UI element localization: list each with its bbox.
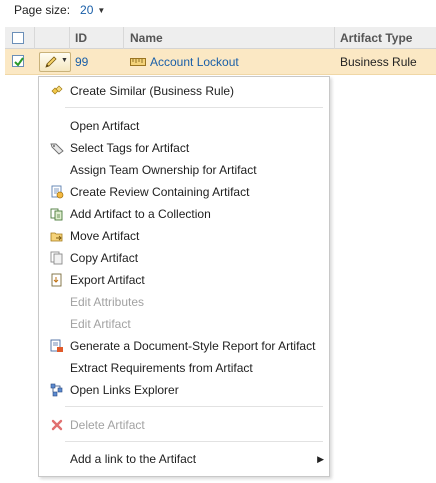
report-icon xyxy=(50,339,63,352)
menu-item-create-similar[interactable]: Create Similar (Business Rule) xyxy=(39,81,329,101)
column-divider xyxy=(123,27,124,49)
page-size-control: Page size: 20 ▼ xyxy=(14,2,105,18)
menu-item-label: Edit Artifact xyxy=(70,317,131,331)
row-checkbox[interactable] xyxy=(12,55,24,67)
delete-icon xyxy=(51,419,63,431)
menu-item-label: Delete Artifact xyxy=(70,418,145,432)
column-divider xyxy=(34,27,35,49)
menu-item-label: Add a link to the Artifact xyxy=(70,452,197,466)
column-header-artifact-type[interactable]: Artifact Type xyxy=(340,27,412,49)
page-size-value[interactable]: 20 xyxy=(80,3,93,17)
menu-item-assign-team-ownership[interactable]: Assign Team Ownership for Artifact xyxy=(39,160,329,180)
menu-item-copy-artifact[interactable]: Copy Artifact xyxy=(39,248,329,268)
menu-item-open-artifact[interactable]: Open Artifact xyxy=(39,116,329,136)
menu-item-select-tags[interactable]: Select Tags for Artifact xyxy=(39,138,329,158)
menu-item-label: Open Artifact xyxy=(70,119,140,133)
review-icon xyxy=(51,185,64,199)
menu-divider xyxy=(65,406,323,407)
menu-item-extract-requirements[interactable]: Extract Requirements from Artifact xyxy=(39,358,329,378)
menu-item-label: Assign Team Ownership for Artifact xyxy=(70,163,257,177)
column-header-id[interactable]: ID xyxy=(75,27,87,49)
menu-item-edit-artifact: Edit Artifact xyxy=(39,314,329,334)
menu-item-open-links-explorer[interactable]: Open Links Explorer xyxy=(39,380,329,400)
menu-item-export-artifact[interactable]: Export Artifact xyxy=(39,270,329,290)
export-icon xyxy=(51,273,62,287)
menu-item-label: Edit Attributes xyxy=(70,295,145,309)
menu-item-label: Add Artifact to a Collection xyxy=(70,207,211,221)
chevron-down-icon: ▼ xyxy=(61,57,68,64)
tag-icon xyxy=(50,143,64,155)
page-size-dropdown[interactable]: 20 ▼ xyxy=(80,3,105,17)
artifact-context-menu: Create Similar (Business Rule) Open Arti… xyxy=(38,76,330,477)
menu-divider xyxy=(65,107,323,108)
collection-icon xyxy=(50,208,63,221)
artifact-name-link[interactable]: Account Lockout xyxy=(150,55,239,69)
copy-icon xyxy=(50,251,63,265)
menu-item-edit-attributes: Edit Attributes xyxy=(39,292,329,312)
menu-item-delete-artifact: Delete Artifact xyxy=(39,415,329,435)
create-similar-icon xyxy=(51,85,63,95)
links-explorer-icon xyxy=(50,383,63,397)
artifact-type-value: Business Rule xyxy=(340,55,417,69)
menu-divider xyxy=(65,441,323,442)
menu-item-label: Select Tags for Artifact xyxy=(70,141,190,155)
menu-item-add-link[interactable]: Add a link to the Artifact ▶ xyxy=(39,449,329,469)
artifact-id-link[interactable]: 99 xyxy=(75,49,88,75)
checkmark-icon xyxy=(14,57,24,67)
business-rule-icon xyxy=(130,57,146,66)
page-size-label: Page size: xyxy=(14,3,71,17)
menu-item-add-to-collection[interactable]: Add Artifact to a Collection xyxy=(39,204,329,224)
column-header-name[interactable]: Name xyxy=(130,27,163,49)
chevron-down-icon[interactable]: ▼ xyxy=(97,6,105,15)
menu-item-label: Move Artifact xyxy=(70,229,140,243)
artifact-name-cell: Account Lockout xyxy=(130,49,239,75)
folder-move-icon xyxy=(50,232,63,242)
grid-header: ID Name Artifact Type xyxy=(5,27,436,49)
menu-item-label: Create Review Containing Artifact xyxy=(70,185,250,199)
menu-item-generate-report[interactable]: Generate a Document-Style Report for Art… xyxy=(39,336,329,356)
menu-item-move-artifact[interactable]: Move Artifact xyxy=(39,226,329,246)
menu-item-create-review[interactable]: Create Review Containing Artifact xyxy=(39,182,329,202)
menu-item-label: Export Artifact xyxy=(70,273,145,287)
column-divider xyxy=(69,27,70,49)
menu-item-label: Extract Requirements from Artifact xyxy=(70,361,253,375)
submenu-arrow-icon: ▶ xyxy=(317,454,324,464)
select-all-checkbox[interactable] xyxy=(12,32,24,44)
menu-item-label: Copy Artifact xyxy=(70,251,139,265)
column-divider xyxy=(334,27,335,49)
menu-item-label: Create Similar (Business Rule) xyxy=(70,84,235,98)
table-row[interactable]: ▼ 99 Account Lockout Business Rule xyxy=(5,49,436,75)
menu-item-label: Generate a Document-Style Report for Art… xyxy=(70,339,316,353)
menu-item-label: Open Links Explorer xyxy=(70,383,179,397)
pencil-icon xyxy=(45,56,57,68)
row-actions-button[interactable]: ▼ xyxy=(39,52,71,72)
